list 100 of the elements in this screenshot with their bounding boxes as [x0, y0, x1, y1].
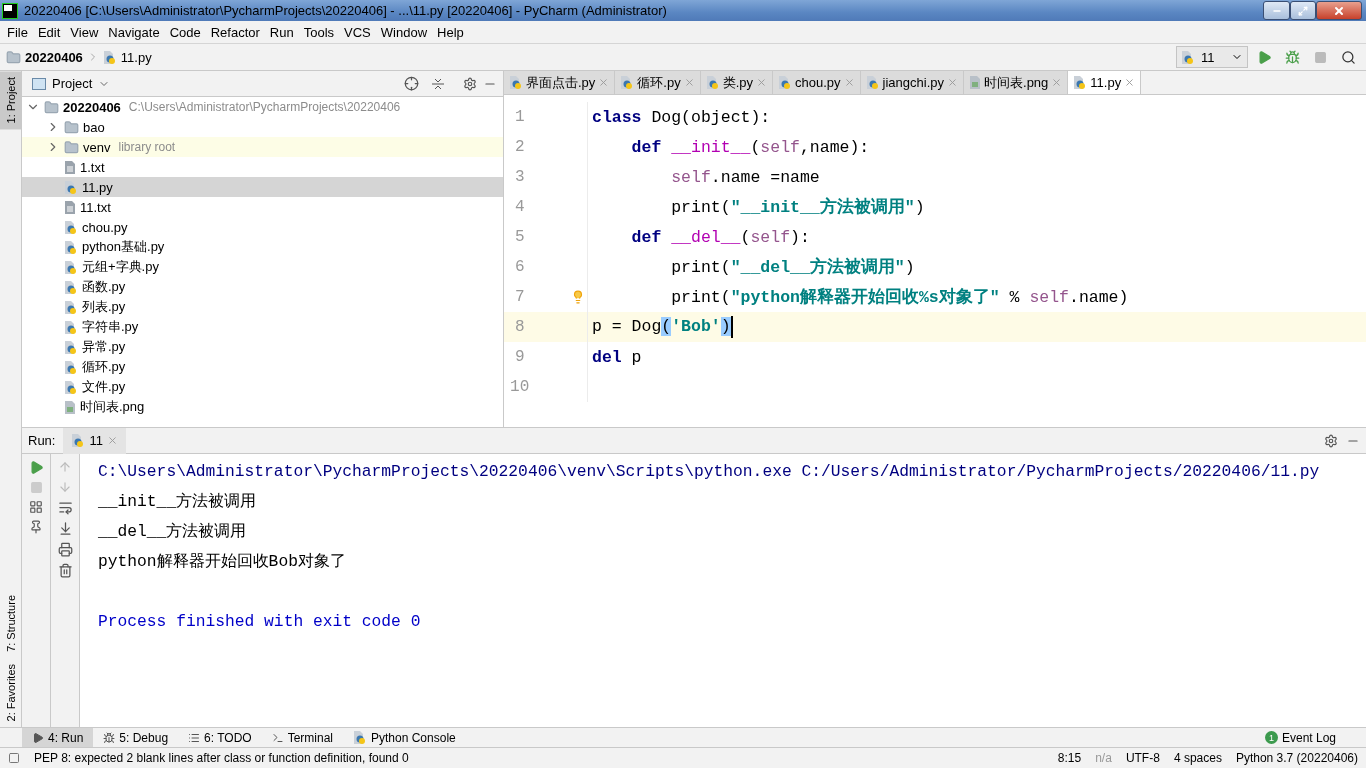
tool-tab[interactable]: Python Console	[343, 727, 466, 748]
settings-icon[interactable]	[463, 76, 477, 91]
editor-tab[interactable]: 类.py	[700, 71, 774, 94]
run-icon	[32, 731, 44, 744]
tool-tab[interactable]: Terminal	[261, 727, 343, 748]
python-file-icon	[778, 75, 793, 90]
tree-item[interactable]: 列表.py	[22, 297, 503, 317]
editor-tab[interactable]: chou.py	[773, 71, 861, 94]
run-tab[interactable]: 11	[63, 428, 126, 454]
tool-tab[interactable]: 4: Run	[22, 727, 94, 748]
menu-item[interactable]: Tools	[298, 24, 340, 40]
status-item[interactable]: UTF-8	[1125, 751, 1160, 765]
status-item[interactable]: Python 3.7 (20220406)	[1235, 751, 1358, 765]
code-text: class Dog(object):	[591, 107, 771, 127]
menu-item[interactable]: VCS	[339, 24, 376, 40]
close-icon[interactable]	[1124, 77, 1136, 88]
menu-item[interactable]: Run	[264, 24, 299, 40]
close-icon[interactable]	[1051, 77, 1063, 88]
python-file-icon	[620, 75, 635, 90]
collapse-icon[interactable]	[431, 76, 445, 91]
console-line: python解释器开始回收Bob对象了	[98, 551, 347, 573]
line-number: 5	[513, 228, 526, 246]
menu-item[interactable]: Edit	[32, 24, 66, 40]
image-file-icon	[64, 399, 76, 415]
close-icon[interactable]	[106, 435, 118, 446]
file-name: python基础.py	[82, 238, 165, 256]
tree-item[interactable]: 元组+字典.py	[22, 257, 503, 277]
tree-item[interactable]: 文件.py	[22, 377, 503, 397]
panel-title[interactable]: Project	[52, 76, 93, 91]
menu-item[interactable]: Navigate	[103, 24, 165, 40]
file-name: 字符串.py	[82, 318, 139, 336]
debug-icon[interactable]	[1284, 49, 1300, 65]
line-number: 2	[513, 138, 526, 156]
menu-item[interactable]: File	[2, 24, 33, 40]
rerun-icon[interactable]	[28, 460, 44, 475]
editor-tab[interactable]: 11.py	[1068, 71, 1142, 94]
file-name: 异常.py	[82, 338, 126, 356]
tree-item[interactable]: 1.txt	[22, 157, 503, 177]
menu-item[interactable]: Window	[375, 24, 433, 40]
tool-window-tab[interactable]: 7: Structure	[0, 588, 22, 658]
soft-wrap-icon[interactable]	[57, 500, 73, 515]
editor-tab[interactable]: 时间表.png	[964, 71, 1069, 94]
status-message: PEP 8: expected 2 blank lines after class or function definition, found 0	[34, 751, 410, 765]
run-icon[interactable]	[1256, 49, 1272, 65]
tree-item[interactable]: python基础.py	[22, 237, 503, 257]
menu-item[interactable]: Refactor	[205, 24, 265, 40]
tool-tab[interactable]: 5: Debug	[93, 727, 179, 748]
maximize-button[interactable]	[1290, 1, 1316, 20]
tab-label: 11.py	[1090, 75, 1122, 90]
close-icon[interactable]	[598, 77, 610, 88]
python-file-icon	[64, 239, 78, 255]
folder-icon	[44, 99, 59, 115]
menu-item[interactable]: Code	[164, 24, 206, 40]
folder-icon	[64, 119, 79, 135]
tree-item[interactable]: 11.py	[22, 177, 503, 197]
pin-icon[interactable]	[29, 520, 43, 534]
locate-icon[interactable]	[404, 76, 419, 91]
status-icon	[8, 752, 20, 764]
bug-icon	[103, 731, 116, 744]
tree-item[interactable]: 循环.py	[22, 357, 503, 377]
breadcrumb-item[interactable]: 11.py	[120, 49, 152, 65]
editor-tab[interactable]: jiangchi.py	[860, 71, 964, 94]
tree-item[interactable]: bao	[22, 117, 503, 137]
trash-icon[interactable]	[57, 563, 73, 578]
menu-item[interactable]: Help	[432, 24, 469, 40]
tree-item[interactable]: 异常.py	[22, 337, 503, 357]
tool-tab[interactable]: 6: TODO	[178, 727, 262, 748]
print-icon[interactable]	[57, 542, 73, 557]
tree-item[interactable]: 20220406 C:\Users\Administrator\PycharmProjects\20220406	[22, 97, 503, 117]
editor-tab[interactable]: 界面点击.py	[504, 71, 616, 94]
event-log-link[interactable]: Event Log	[1281, 730, 1336, 745]
settings-icon[interactable]	[1324, 433, 1338, 448]
stop-icon[interactable]	[1313, 50, 1327, 64]
close-button[interactable]	[1316, 1, 1362, 20]
tool-window-tab[interactable]: 2: Favorites	[0, 657, 22, 727]
close-icon[interactable]	[947, 77, 958, 88]
layout-icon[interactable]	[29, 500, 43, 514]
tool-window-tab[interactable]: 1: Project	[0, 71, 22, 130]
python-file-icon	[71, 433, 86, 448]
tree-item[interactable]: chou.py	[22, 217, 503, 237]
close-icon[interactable]	[683, 77, 695, 88]
python-file-icon	[64, 299, 78, 315]
notification-badge: 1	[1264, 731, 1278, 744]
menu-item[interactable]: View	[65, 24, 104, 40]
tree-item[interactable]: venv library root	[22, 137, 503, 157]
minimize-button[interactable]	[1263, 1, 1290, 20]
tree-item[interactable]: 时间表.png	[22, 397, 503, 417]
status-item[interactable]: 4 spaces	[1173, 751, 1222, 765]
path-hint: library root	[118, 140, 176, 154]
maximize-icon	[1298, 5, 1308, 16]
tree-item[interactable]: 字符串.py	[22, 317, 503, 337]
code-text: def __del__(self):	[630, 227, 810, 247]
close-icon[interactable]	[756, 77, 768, 88]
run-config-dropdown[interactable]: 11	[1176, 46, 1248, 68]
tree-item[interactable]: 函数.py	[22, 277, 503, 297]
tree-item[interactable]: 11.txt	[22, 197, 503, 217]
breadcrumb-item[interactable]: 20220406	[25, 49, 83, 65]
editor-tab[interactable]: 循环.py	[615, 71, 701, 94]
search-icon[interactable]	[1340, 49, 1356, 65]
close-icon[interactable]	[843, 77, 855, 88]
